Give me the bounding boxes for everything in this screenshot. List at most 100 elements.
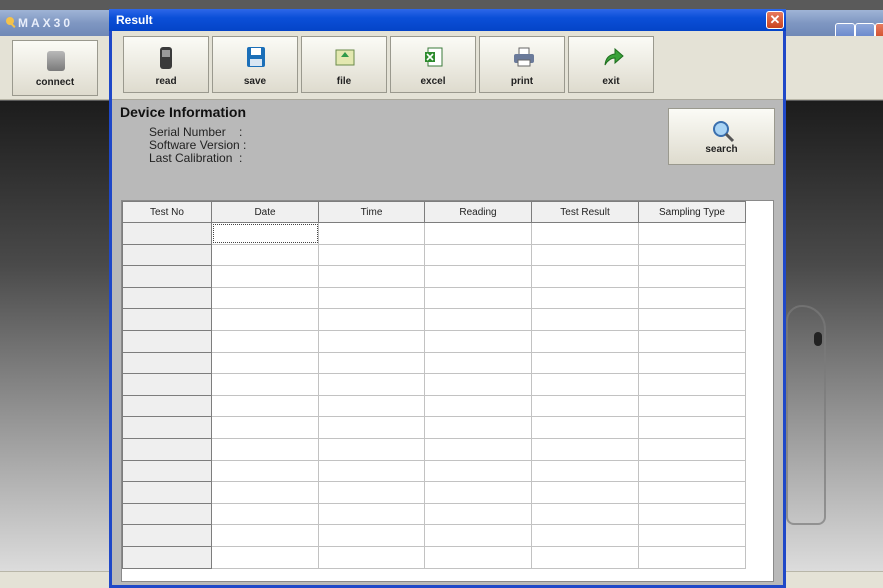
table-row[interactable] [122, 481, 746, 504]
connect-button[interactable]: connect [12, 40, 98, 96]
grid-cell[interactable] [318, 481, 425, 504]
grid-cell[interactable] [638, 459, 746, 483]
grid-cell[interactable] [638, 545, 746, 569]
grid-cell[interactable] [531, 394, 639, 418]
grid-cell[interactable] [211, 437, 319, 461]
column-header[interactable]: Date [211, 201, 319, 223]
grid-cell[interactable] [531, 308, 639, 331]
grid-cell[interactable] [531, 459, 639, 483]
table-row[interactable] [122, 329, 746, 353]
table-row[interactable] [122, 394, 746, 418]
grid-cell[interactable] [638, 308, 746, 331]
grid-cell[interactable] [424, 545, 532, 569]
grid-cell[interactable] [531, 437, 639, 461]
grid-cell[interactable] [211, 416, 319, 439]
grid-cell[interactable] [318, 459, 425, 483]
column-header[interactable]: Test No [122, 201, 212, 223]
grid-cell[interactable] [424, 222, 532, 245]
grid-cell[interactable] [424, 416, 532, 439]
row-header-cell[interactable] [122, 524, 212, 547]
table-row[interactable] [122, 222, 746, 245]
row-header-cell[interactable] [122, 481, 212, 504]
grid-cell[interactable] [318, 308, 425, 331]
grid-cell[interactable] [638, 437, 746, 461]
row-header-cell[interactable] [122, 329, 212, 353]
grid-cell[interactable] [318, 243, 425, 267]
table-row[interactable] [122, 243, 746, 267]
row-header-cell[interactable] [122, 502, 212, 526]
grid-cell[interactable] [424, 351, 532, 375]
grid-cell[interactable] [424, 308, 532, 331]
grid-cell[interactable] [211, 373, 319, 396]
grid-cell[interactable] [211, 481, 319, 504]
grid-cell[interactable] [424, 243, 532, 267]
table-row[interactable] [122, 416, 746, 439]
grid-cell[interactable] [318, 329, 425, 353]
column-header[interactable]: Reading [424, 201, 532, 223]
table-row[interactable] [122, 502, 746, 526]
grid-cell[interactable] [211, 243, 319, 267]
grid-cell[interactable] [638, 243, 746, 267]
grid-cell[interactable] [531, 329, 639, 353]
grid-cell[interactable] [318, 394, 425, 418]
row-header-cell[interactable] [122, 222, 212, 245]
save-button[interactable]: save [212, 36, 298, 93]
grid-cell[interactable] [638, 265, 746, 288]
grid-cell[interactable] [638, 286, 746, 310]
exit-button[interactable]: exit [568, 36, 654, 93]
grid-cell[interactable] [318, 437, 425, 461]
grid-cell[interactable] [531, 286, 639, 310]
grid-cell[interactable] [424, 286, 532, 310]
grid-cell[interactable] [318, 416, 425, 439]
excel-button[interactable]: excel [390, 36, 476, 93]
grid-cell[interactable] [638, 329, 746, 353]
grid-cell[interactable] [318, 502, 425, 526]
dialog-titlebar[interactable]: Result ✕ [109, 9, 786, 31]
grid-cell[interactable] [318, 373, 425, 396]
grid-cell[interactable] [318, 286, 425, 310]
close-button[interactable]: ✕ [766, 11, 784, 29]
grid-cell[interactable] [424, 459, 532, 483]
file-button[interactable]: file [301, 36, 387, 93]
grid-cell[interactable] [211, 351, 319, 375]
table-row[interactable] [122, 437, 746, 461]
grid-cell[interactable] [424, 437, 532, 461]
column-header[interactable]: Sampling Type [638, 201, 746, 223]
grid-cell[interactable] [531, 524, 639, 547]
grid-cell[interactable] [638, 351, 746, 375]
table-row[interactable] [122, 351, 746, 375]
table-row[interactable] [122, 373, 746, 396]
grid-cell[interactable] [531, 351, 639, 375]
print-button[interactable]: print [479, 36, 565, 93]
table-row[interactable] [122, 308, 746, 331]
table-row[interactable] [122, 286, 746, 310]
grid-cell[interactable] [531, 502, 639, 526]
table-row[interactable] [122, 545, 746, 569]
table-row[interactable] [122, 265, 746, 288]
grid-cell[interactable] [531, 265, 639, 288]
row-header-cell[interactable] [122, 459, 212, 483]
grid-cell[interactable] [211, 308, 319, 331]
grid-cell[interactable] [211, 502, 319, 526]
grid-cell[interactable] [211, 329, 319, 353]
grid-cell[interactable] [318, 265, 425, 288]
grid-cell[interactable] [638, 222, 746, 245]
grid-cell[interactable] [318, 545, 425, 569]
row-header-cell[interactable] [122, 351, 212, 375]
row-header-cell[interactable] [122, 394, 212, 418]
grid-cell[interactable] [424, 329, 532, 353]
grid-cell[interactable] [531, 222, 639, 245]
grid-cell[interactable] [638, 524, 746, 547]
grid-cell[interactable] [638, 502, 746, 526]
column-header[interactable]: Test Result [531, 201, 639, 223]
row-header-cell[interactable] [122, 416, 212, 439]
grid-cell[interactable] [424, 481, 532, 504]
grid-cell[interactable] [211, 459, 319, 483]
grid-cell[interactable] [318, 222, 425, 245]
grid-cell[interactable] [211, 394, 319, 418]
grid-cell[interactable] [531, 373, 639, 396]
grid-cell[interactable] [531, 481, 639, 504]
grid-cell[interactable] [318, 351, 425, 375]
column-header[interactable]: Time [318, 201, 425, 223]
row-header-cell[interactable] [122, 437, 212, 461]
